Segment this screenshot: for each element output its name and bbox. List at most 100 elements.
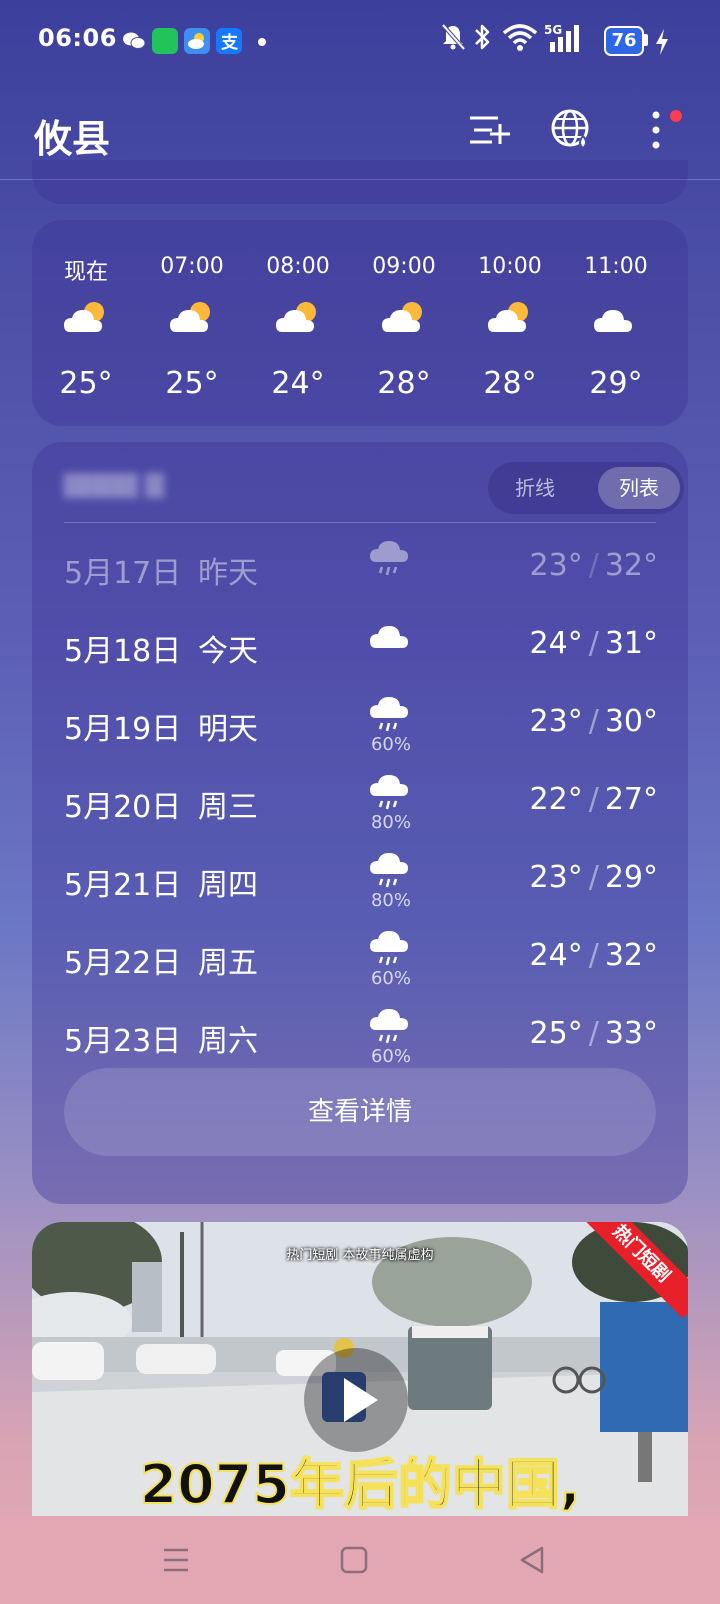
day-temps: 25°/33° [529, 1016, 658, 1051]
day-low: 23° [529, 704, 583, 739]
status-time: 06:06 [38, 24, 117, 52]
day-low: 24° [529, 626, 583, 661]
precip-chance: 60% [370, 734, 411, 755]
day-high: 33° [604, 1016, 658, 1051]
city-title[interactable]: 攸县 [34, 108, 110, 163]
hour-temp: 28° [377, 366, 431, 401]
svg-text:支: 支 [221, 32, 239, 53]
rain-icon [370, 1009, 408, 1044]
day-high: 31° [604, 626, 658, 661]
hourly-forecast-card[interactable]: 现在 25° 07:00 25° 08:00 24° 09:00 28° 10:… [32, 220, 688, 426]
video-caption-top: 热门短剧 本故事纯属虚构 [286, 1248, 434, 1263]
day-row[interactable]: 5月23日 周六 60% 25°/33° [32, 996, 688, 1074]
day-name: 明天 [198, 712, 258, 747]
day-low: 22° [529, 782, 583, 817]
battery-cap [644, 34, 648, 46]
day-date: 5月17日 [64, 556, 182, 591]
back-icon[interactable] [512, 1542, 552, 1578]
hour-time: 现在 [63, 260, 108, 285]
day-row[interactable]: 5月22日 周五 60% 24°/32° [32, 918, 688, 996]
video-headline: 2075年后的中国, [139, 1452, 582, 1516]
daily-title-blurred: ▇▇▇▇ ▇ [64, 470, 164, 498]
day-temps: 23°/30° [529, 704, 658, 739]
daily-forecast-card: ▇▇▇▇ ▇ 折线 列表 5月17日 昨天 23°/32° 5月18日 今天 2… [32, 442, 688, 1204]
day-date: 5月22日 [64, 946, 182, 981]
day-temps: 23°/32° [529, 548, 658, 583]
hour-temp: 24° [271, 366, 325, 401]
day-low: 25° [529, 1016, 583, 1051]
day-name: 周六 [198, 1024, 258, 1059]
day-name: 周四 [198, 868, 258, 903]
battery-indicator: 76 [604, 26, 644, 56]
video-ad[interactable]: 热门短剧 本故事纯属虚构 热门短剧 2075年后的中国, [32, 1222, 688, 1516]
rain-icon [370, 853, 408, 888]
menu-icon[interactable] [156, 1542, 196, 1578]
wechat-icon [123, 32, 146, 49]
home-icon[interactable] [334, 1542, 374, 1578]
day-low: 24° [529, 938, 583, 973]
charging-icon [656, 29, 668, 55]
precip-chance: 80% [370, 890, 411, 911]
day-row[interactable]: 5月18日 今天 24°/31° [32, 606, 688, 684]
day-high: 29° [604, 860, 658, 895]
partly-cloudy-icon [488, 302, 528, 332]
day-low: 23° [529, 548, 583, 583]
hour-temp: 25° [165, 366, 219, 401]
partly-cloudy-icon [382, 302, 422, 332]
play-button[interactable] [304, 1348, 408, 1452]
hour-time: 10:00 [478, 254, 542, 279]
status-bar: 06:06 支 5G 76 [0, 0, 720, 82]
system-navigation-bar [0, 1516, 720, 1604]
day-temps: 24°/31° [529, 626, 658, 661]
notification-more-dot [258, 38, 266, 46]
day-name: 周五 [198, 946, 258, 981]
network-label: 5G [544, 23, 562, 37]
day-high: 32° [604, 548, 658, 583]
view-details-button[interactable]: 查看详情 [64, 1068, 656, 1156]
hour-temp: 25° [59, 366, 113, 401]
hour-temp: 29° [589, 366, 643, 401]
hour-time: 09:00 [372, 254, 436, 279]
hour-time: 11:00 [584, 254, 648, 279]
divider [64, 522, 656, 523]
mute-icon [441, 23, 466, 51]
hour-time: 08:00 [266, 254, 330, 279]
toggle-list-view[interactable]: 列表 [598, 467, 680, 509]
rain-icon [370, 697, 408, 732]
bluetooth-icon [475, 24, 490, 50]
rain-icon [370, 931, 408, 966]
precip-chance: 80% [370, 812, 411, 833]
weather-app-icon [184, 28, 210, 54]
precip-chance: 60% [370, 1046, 411, 1067]
day-temps: 22°/27° [529, 782, 658, 817]
wifi-icon [502, 24, 538, 51]
day-date: 5月20日 [64, 790, 182, 825]
play-icon [344, 1378, 378, 1422]
day-row[interactable]: 5月21日 周四 80% 23°/29° [32, 840, 688, 918]
add-city-icon[interactable] [466, 108, 510, 152]
rain-icon [370, 775, 408, 810]
notification-dot [670, 110, 682, 122]
day-name: 周三 [198, 790, 258, 825]
day-temps: 23°/29° [529, 860, 658, 895]
day-row[interactable]: 5月19日 明天 60% 23°/30° [32, 684, 688, 762]
day-high: 30° [604, 704, 658, 739]
day-temps: 24°/32° [529, 938, 658, 973]
partly-cloudy-icon [276, 302, 316, 332]
day-low: 23° [529, 860, 583, 895]
day-date: 5月21日 [64, 868, 182, 903]
day-row[interactable]: 5月17日 昨天 23°/32° [32, 528, 688, 606]
cloudy-icon [594, 310, 632, 332]
day-row[interactable]: 5月20日 周三 80% 22°/27° [32, 762, 688, 840]
day-high: 27° [604, 782, 658, 817]
app-green-icon [152, 28, 178, 54]
globe-icon[interactable] [550, 108, 594, 152]
cloudy-icon [370, 626, 408, 648]
toggle-line-chart[interactable]: 折线 [494, 467, 576, 509]
day-name: 昨天 [198, 556, 258, 591]
day-date: 5月19日 [64, 712, 182, 747]
5g-signal-icon: 5G [544, 23, 579, 52]
view-toggle[interactable]: 折线 列表 [488, 462, 684, 514]
hour-temp: 28° [483, 366, 537, 401]
day-high: 32° [604, 938, 658, 973]
